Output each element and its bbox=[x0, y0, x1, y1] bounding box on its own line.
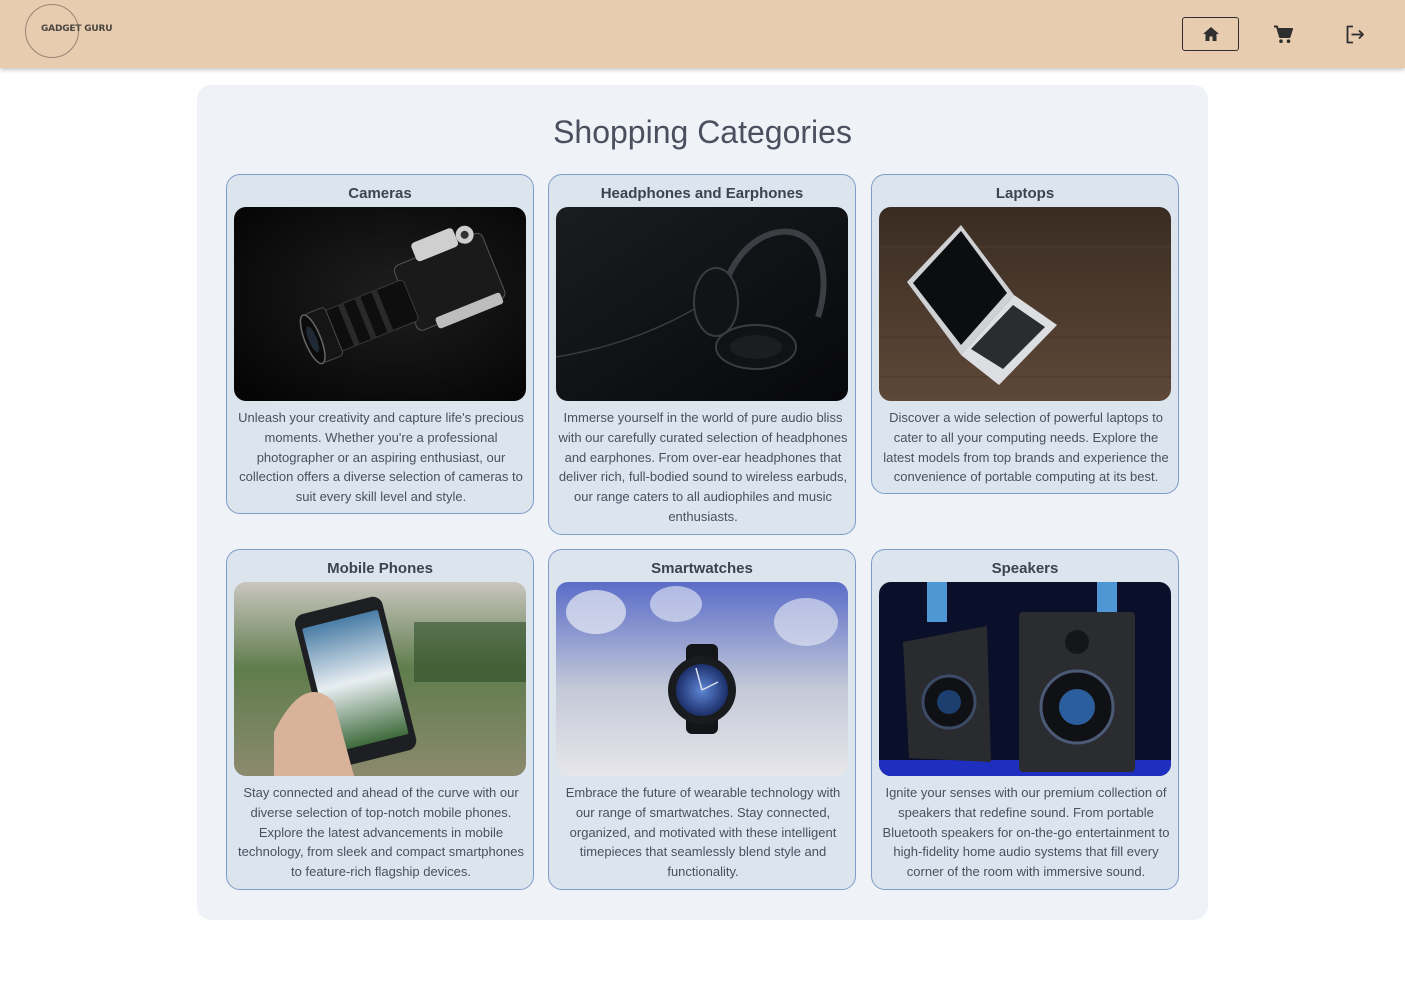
category-card-laptops[interactable]: Laptops Discover a wide selection of pow… bbox=[871, 174, 1179, 494]
category-card-mobile-phones[interactable]: Mobile Phones Stay connected and ahead o… bbox=[226, 549, 534, 890]
cart-icon bbox=[1273, 25, 1293, 44]
top-navbar: GADGET GURU bbox=[0, 0, 1405, 68]
camera-image bbox=[234, 207, 526, 401]
home-icon bbox=[1202, 26, 1220, 42]
category-title: Mobile Phones bbox=[327, 560, 433, 577]
home-button[interactable] bbox=[1182, 17, 1239, 51]
category-card-cameras[interactable]: Cameras Unleash your creativity and capt… bbox=[226, 174, 534, 514]
category-title: Cameras bbox=[348, 185, 412, 202]
laptop-image bbox=[879, 207, 1171, 401]
category-description: Embrace the future of wearable technolog… bbox=[565, 785, 841, 880]
category-title: Laptops bbox=[995, 185, 1055, 202]
category-description: Ignite your senses with our premium coll… bbox=[882, 785, 1170, 880]
logout-button[interactable] bbox=[1338, 17, 1372, 51]
page-title: Shopping Categories bbox=[553, 114, 852, 150]
category-description: Unleash your creativity and capture life… bbox=[238, 410, 524, 505]
category-card-headphones[interactable]: Headphones and Earphones Immerse yoursel… bbox=[548, 174, 856, 535]
logout-icon bbox=[1345, 25, 1365, 44]
category-title: Speakers bbox=[991, 560, 1059, 577]
logo-text: GADGET GURU bbox=[41, 24, 113, 34]
category-card-speakers[interactable]: Speakers Ignite your senses with our pre… bbox=[871, 549, 1179, 890]
category-description: Immerse yourself in the world of pure au… bbox=[558, 410, 848, 524]
mobile-phone-image bbox=[234, 582, 526, 776]
category-title: Headphones and Earphones bbox=[600, 185, 804, 202]
headphones-image bbox=[556, 207, 848, 401]
cart-button[interactable] bbox=[1266, 17, 1300, 51]
category-description: Stay connected and ahead of the curve wi… bbox=[238, 785, 524, 880]
category-card-smartwatches[interactable]: Smartwatches Embrace the future of weara… bbox=[548, 549, 856, 890]
category-title: Smartwatches bbox=[651, 560, 753, 577]
category-description: Discover a wide selection of powerful la… bbox=[883, 410, 1169, 485]
smartwatch-image bbox=[556, 582, 848, 776]
speakers-image bbox=[879, 582, 1171, 776]
